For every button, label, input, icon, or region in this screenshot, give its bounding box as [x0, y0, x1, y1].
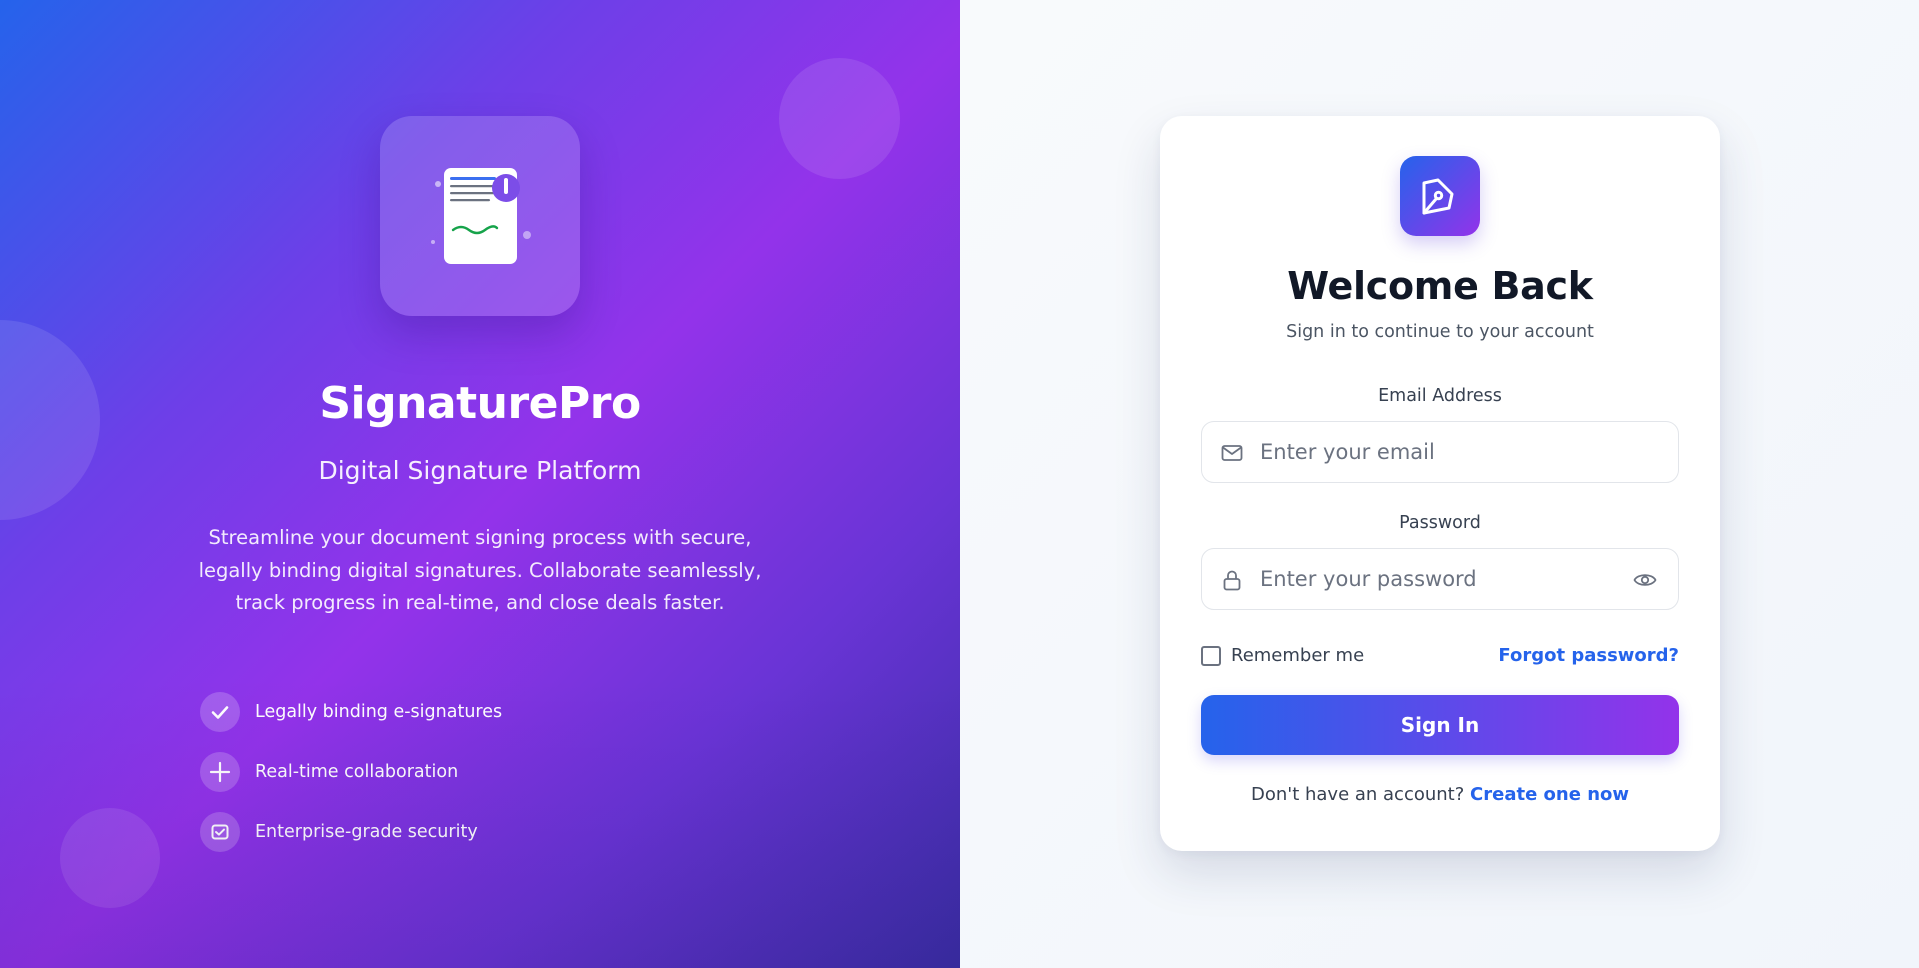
- forgot-password-link[interactable]: Forgot password?: [1498, 641, 1679, 671]
- feature-item: Legally binding e-signatures: [200, 692, 700, 732]
- signup-prompt-text: Don't have an account?: [1250, 784, 1465, 805]
- brand-tagline: Digital Signature Platform: [318, 456, 642, 485]
- remember-me-option[interactable]: Remember me: [1201, 641, 1461, 671]
- login-card: Welcome Back Sign in to continue to your…: [1160, 116, 1720, 851]
- feature-item: Enterprise-grade security: [200, 812, 700, 852]
- brand-name: SignaturePro: [319, 378, 641, 429]
- check-icon: [200, 692, 240, 732]
- signed-document-icon: [431, 168, 531, 264]
- password-input[interactable]: [1260, 549, 1640, 609]
- password-label: Password: [1399, 513, 1481, 533]
- sign-in-button[interactable]: Sign In: [1201, 695, 1679, 755]
- mail-icon: [1221, 445, 1243, 461]
- brand-logo: [380, 116, 580, 316]
- feature-item: Real-time collaboration: [200, 752, 700, 792]
- email-field-container: [1201, 421, 1679, 483]
- feature-label: Enterprise-grade security: [255, 822, 478, 842]
- password-field-container: [1201, 548, 1679, 610]
- login-subtitle: Sign in to continue to your account: [1286, 322, 1594, 342]
- email-label: Email Address: [1378, 386, 1502, 406]
- login-page: SignaturePro Digital Signature Platform …: [0, 0, 1919, 968]
- create-account-link[interactable]: Create one now: [1470, 784, 1629, 805]
- plus-icon: [200, 752, 240, 792]
- shield-check-icon: [200, 812, 240, 852]
- pen-nib-icon: [1400, 156, 1480, 236]
- signup-prompt: Don't have an account? Create one now: [1160, 784, 1720, 805]
- decorative-circle: [779, 58, 900, 179]
- feature-label: Real-time collaboration: [255, 762, 459, 782]
- login-title: Welcome Back: [1287, 264, 1593, 308]
- decorative-circle: [60, 808, 160, 908]
- email-input[interactable]: [1260, 422, 1640, 482]
- feature-label: Legally binding e-signatures: [255, 702, 503, 722]
- remember-me-checkbox[interactable]: [1201, 646, 1221, 666]
- eye-icon[interactable]: [1632, 567, 1658, 593]
- lock-icon: [1223, 570, 1241, 591]
- remember-me-label: Remember me: [1231, 645, 1365, 666]
- brand-hero-panel: SignaturePro Digital Signature Platform …: [0, 0, 960, 968]
- brand-description: Streamline your document signing process…: [198, 526, 762, 614]
